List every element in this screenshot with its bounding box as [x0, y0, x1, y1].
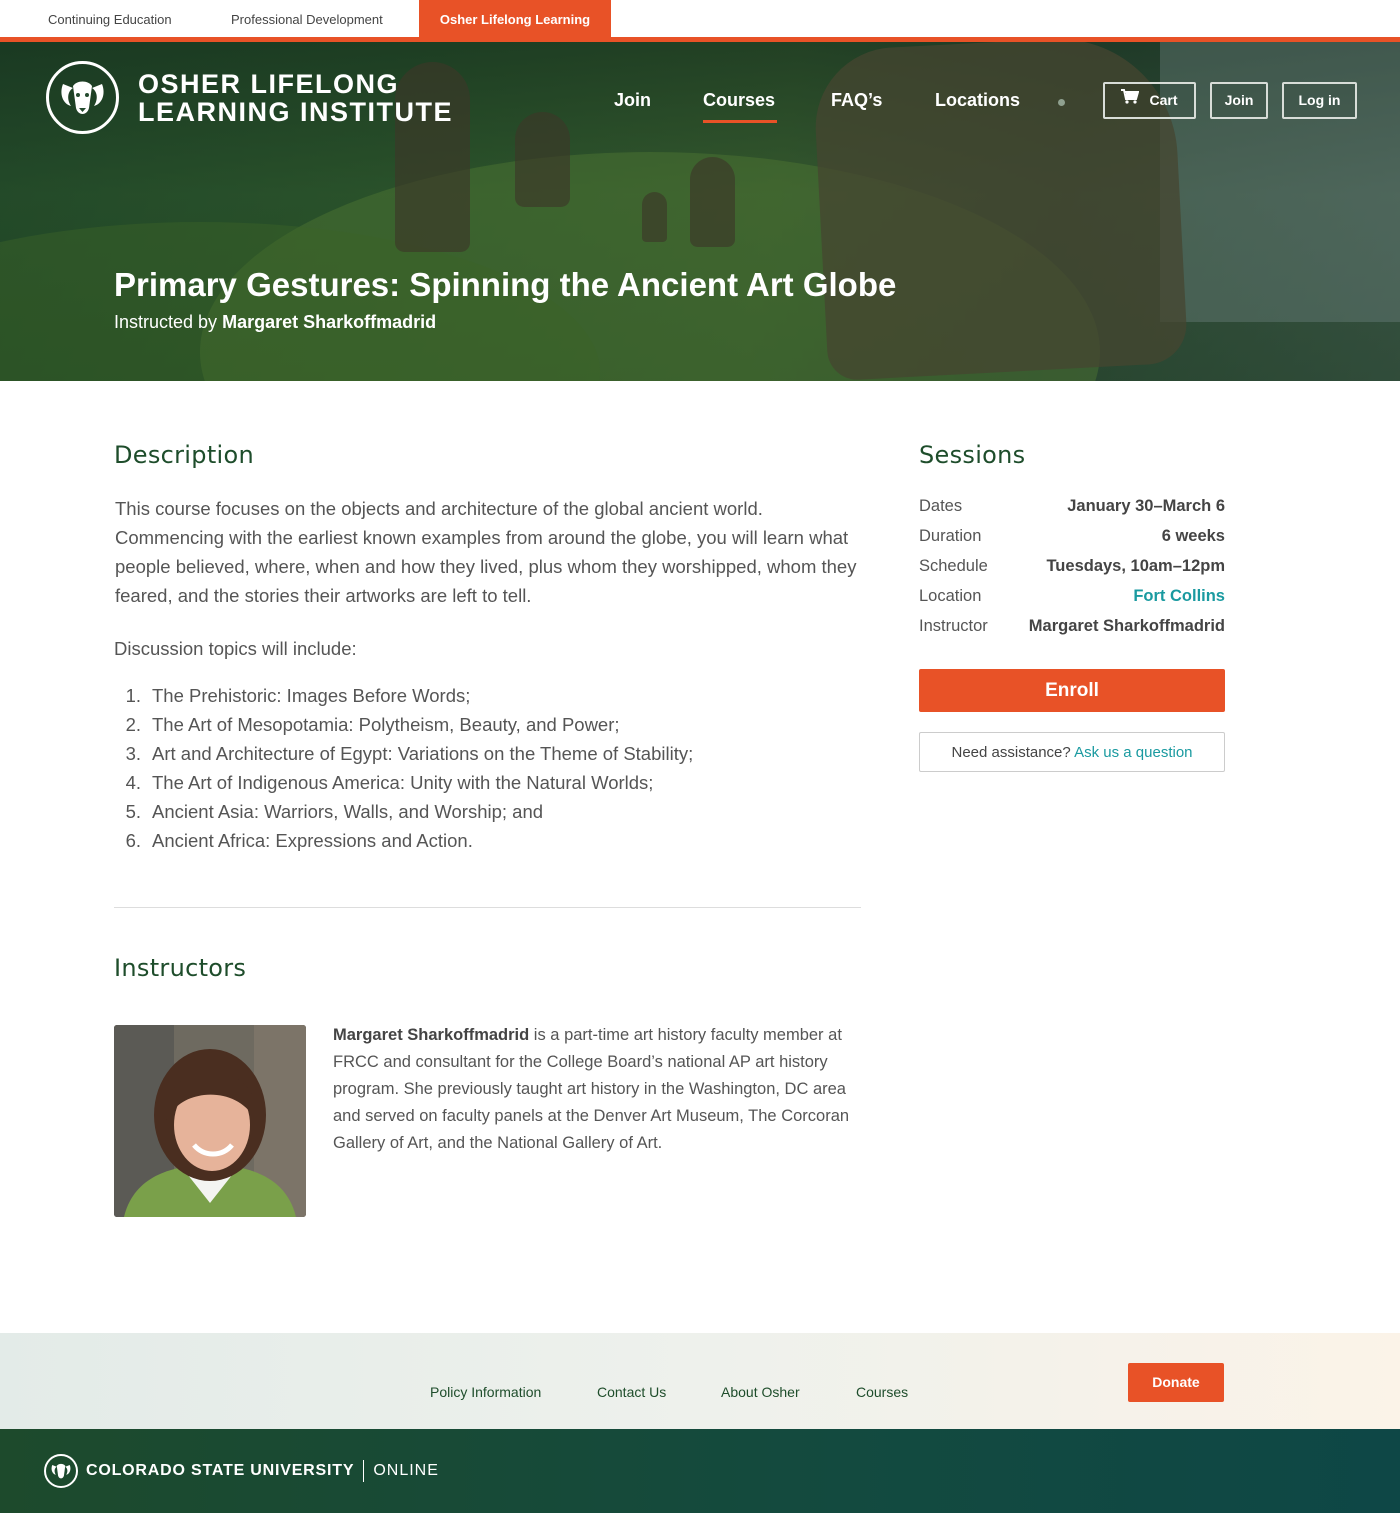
assistance-text: Need assistance? — [951, 744, 1071, 761]
session-key: Schedule — [919, 557, 988, 575]
list-item: 6. Ancient Africa: Expressions and Action… — [114, 826, 693, 855]
session-row-schedule: Schedule Tuesdays, 10am–12pm — [919, 557, 1225, 587]
logo-wordmark: OSHER LIFELONG LEARNING INSTITUTE — [138, 70, 453, 126]
instructor-bio: Margaret Sharkoffmadrid is a part-time a… — [333, 1022, 863, 1157]
nav-join[interactable]: Join — [614, 90, 651, 111]
donate-button[interactable]: Donate — [1128, 1363, 1224, 1402]
session-row-location: Location Fort Collins — [919, 587, 1225, 617]
session-value: 6 weeks — [1161, 527, 1225, 545]
list-item: 1. The Prehistoric: Images Before Words; — [114, 681, 693, 710]
university-name: COLORADO STATE UNIVERSITY — [86, 1462, 355, 1479]
footer-contact-link[interactable]: Contact Us — [597, 1384, 666, 1400]
cart-icon — [1121, 83, 1140, 116]
ram-logo-icon — [46, 61, 119, 134]
list-text: The Art of Mesopotamia: Polytheism, Beau… — [152, 714, 620, 735]
list-number: 3. — [125, 743, 141, 764]
bio-instructor-name: Margaret Sharkoffmadrid — [333, 1026, 530, 1044]
hero-instructor-name: Margaret Sharkoffmadrid — [222, 312, 437, 332]
instructors-heading: Instructors — [114, 954, 247, 982]
footer-policy-link[interactable]: Policy Information — [430, 1384, 541, 1400]
cart-button[interactable]: Cart — [1103, 82, 1196, 119]
hero-background-statue — [642, 192, 667, 242]
list-number: 6. — [125, 830, 141, 851]
session-key: Dates — [919, 497, 963, 515]
tab-osher-lifelong-learning[interactable]: Osher Lifelong Learning — [419, 0, 611, 37]
list-number: 5. — [125, 801, 141, 822]
bio-text: is a part-time art history faculty membe… — [333, 1026, 850, 1152]
enroll-button[interactable]: Enroll — [919, 669, 1225, 712]
logo-divider — [363, 1460, 365, 1482]
session-key: Instructor — [919, 617, 988, 635]
active-nav-indicator — [703, 120, 777, 123]
nav-separator-dot — [1058, 99, 1065, 106]
description-heading: Description — [114, 441, 254, 469]
list-text: The Art of Indigenous America: Unity wit… — [152, 772, 654, 793]
list-number: 4. — [125, 772, 141, 793]
site-logo[interactable]: OSHER LIFELONG LEARNING INSTITUTE — [46, 61, 453, 134]
instructor-photo — [114, 1025, 306, 1217]
list-item: 5. Ancient Asia: Warriors, Walls, and Wor… — [114, 797, 693, 826]
hero-background-sky — [1160, 42, 1400, 322]
ask-question-link[interactable]: Ask us a question — [1074, 744, 1192, 761]
list-text: Ancient Asia: Warriors, Walls, and Worsh… — [152, 801, 544, 822]
logo-line-2: LEARNING INSTITUTE — [138, 96, 453, 127]
session-row-dates: Dates January 30–March 6 — [919, 497, 1225, 527]
online-label: ONLINE — [373, 1462, 439, 1479]
csu-ram-icon — [44, 1454, 78, 1488]
list-text: The Prehistoric: Images Before Words; — [152, 685, 471, 706]
session-value: Margaret Sharkoffmadrid — [1028, 617, 1225, 635]
nav-locations[interactable]: Locations — [935, 90, 1020, 111]
session-row-instructor: Instructor Margaret Sharkoffmadrid — [919, 617, 1225, 647]
nav-faqs[interactable]: FAQ’s — [831, 90, 882, 111]
description-text: This course focuses on the objects and a… — [115, 498, 857, 606]
list-item: 3. Art and Architecture of Egypt: Variati… — [114, 739, 694, 768]
page-title: Primary Gestures: Spinning the Ancient A… — [114, 266, 897, 303]
footer-about-link[interactable]: About Osher — [721, 1384, 800, 1400]
list-number: 2. — [125, 714, 141, 735]
session-row-duration: Duration 6 weeks — [919, 527, 1225, 557]
footer-brand-bar: COLORADO STATE UNIVERSITY ONLINE — [0, 1429, 1400, 1513]
hero-subtitle: Instructed by Margaret Sharkoffmadrid — [114, 312, 436, 333]
list-number: 1. — [125, 685, 141, 706]
instructed-by-label: Instructed by — [114, 312, 218, 332]
session-key: Duration — [919, 527, 982, 545]
hero-banner: OSHER LIFELONG LEARNING INSTITUTE Join C… — [0, 42, 1400, 381]
discussion-intro: Discussion topics will include: — [114, 638, 357, 659]
join-button[interactable]: Join — [1210, 82, 1268, 119]
section-divider — [114, 907, 861, 908]
session-value: January 30–March 6 — [1067, 497, 1225, 515]
location-link[interactable]: Fort Collins — [1133, 587, 1225, 617]
topics-list: 1. The Prehistoric: Images Before Words; … — [114, 681, 694, 855]
session-value: Tuesdays, 10am–12pm — [1046, 557, 1225, 575]
sessions-heading: Sessions — [919, 441, 1026, 469]
list-item: 2. The Art of Mesopotamia: Polytheism, Be… — [114, 710, 693, 739]
nav-courses[interactable]: Courses — [703, 90, 775, 111]
top-utility-bar: Continuing Education Professional Develo… — [0, 0, 1400, 37]
hero-background-statue — [515, 112, 570, 207]
cart-label: Cart — [1149, 92, 1178, 108]
assistance-box: Need assistance? Ask us a question — [919, 732, 1225, 772]
logo-line-1: OSHER LIFELONG — [138, 68, 400, 99]
tab-continuing-education[interactable]: Continuing Education — [26, 0, 194, 37]
list-text: Ancient Africa: Expressions and Action. — [152, 830, 473, 851]
tab-professional-development[interactable]: Professional Development — [209, 0, 405, 37]
list-item: 4. The Art of Indigenous America: Unity w… — [114, 768, 693, 797]
list-text: Art and Architecture of Egypt: Variation… — [152, 743, 694, 764]
hero-background-statue — [690, 157, 735, 247]
footer-courses-link[interactable]: Courses — [856, 1384, 908, 1400]
session-key: Location — [919, 587, 982, 605]
csu-online-logo[interactable]: COLORADO STATE UNIVERSITY ONLINE — [44, 1454, 439, 1488]
footer-links-bar: Policy Information Contact Us About Oshe… — [0, 1333, 1400, 1429]
login-button[interactable]: Log in — [1282, 82, 1357, 119]
